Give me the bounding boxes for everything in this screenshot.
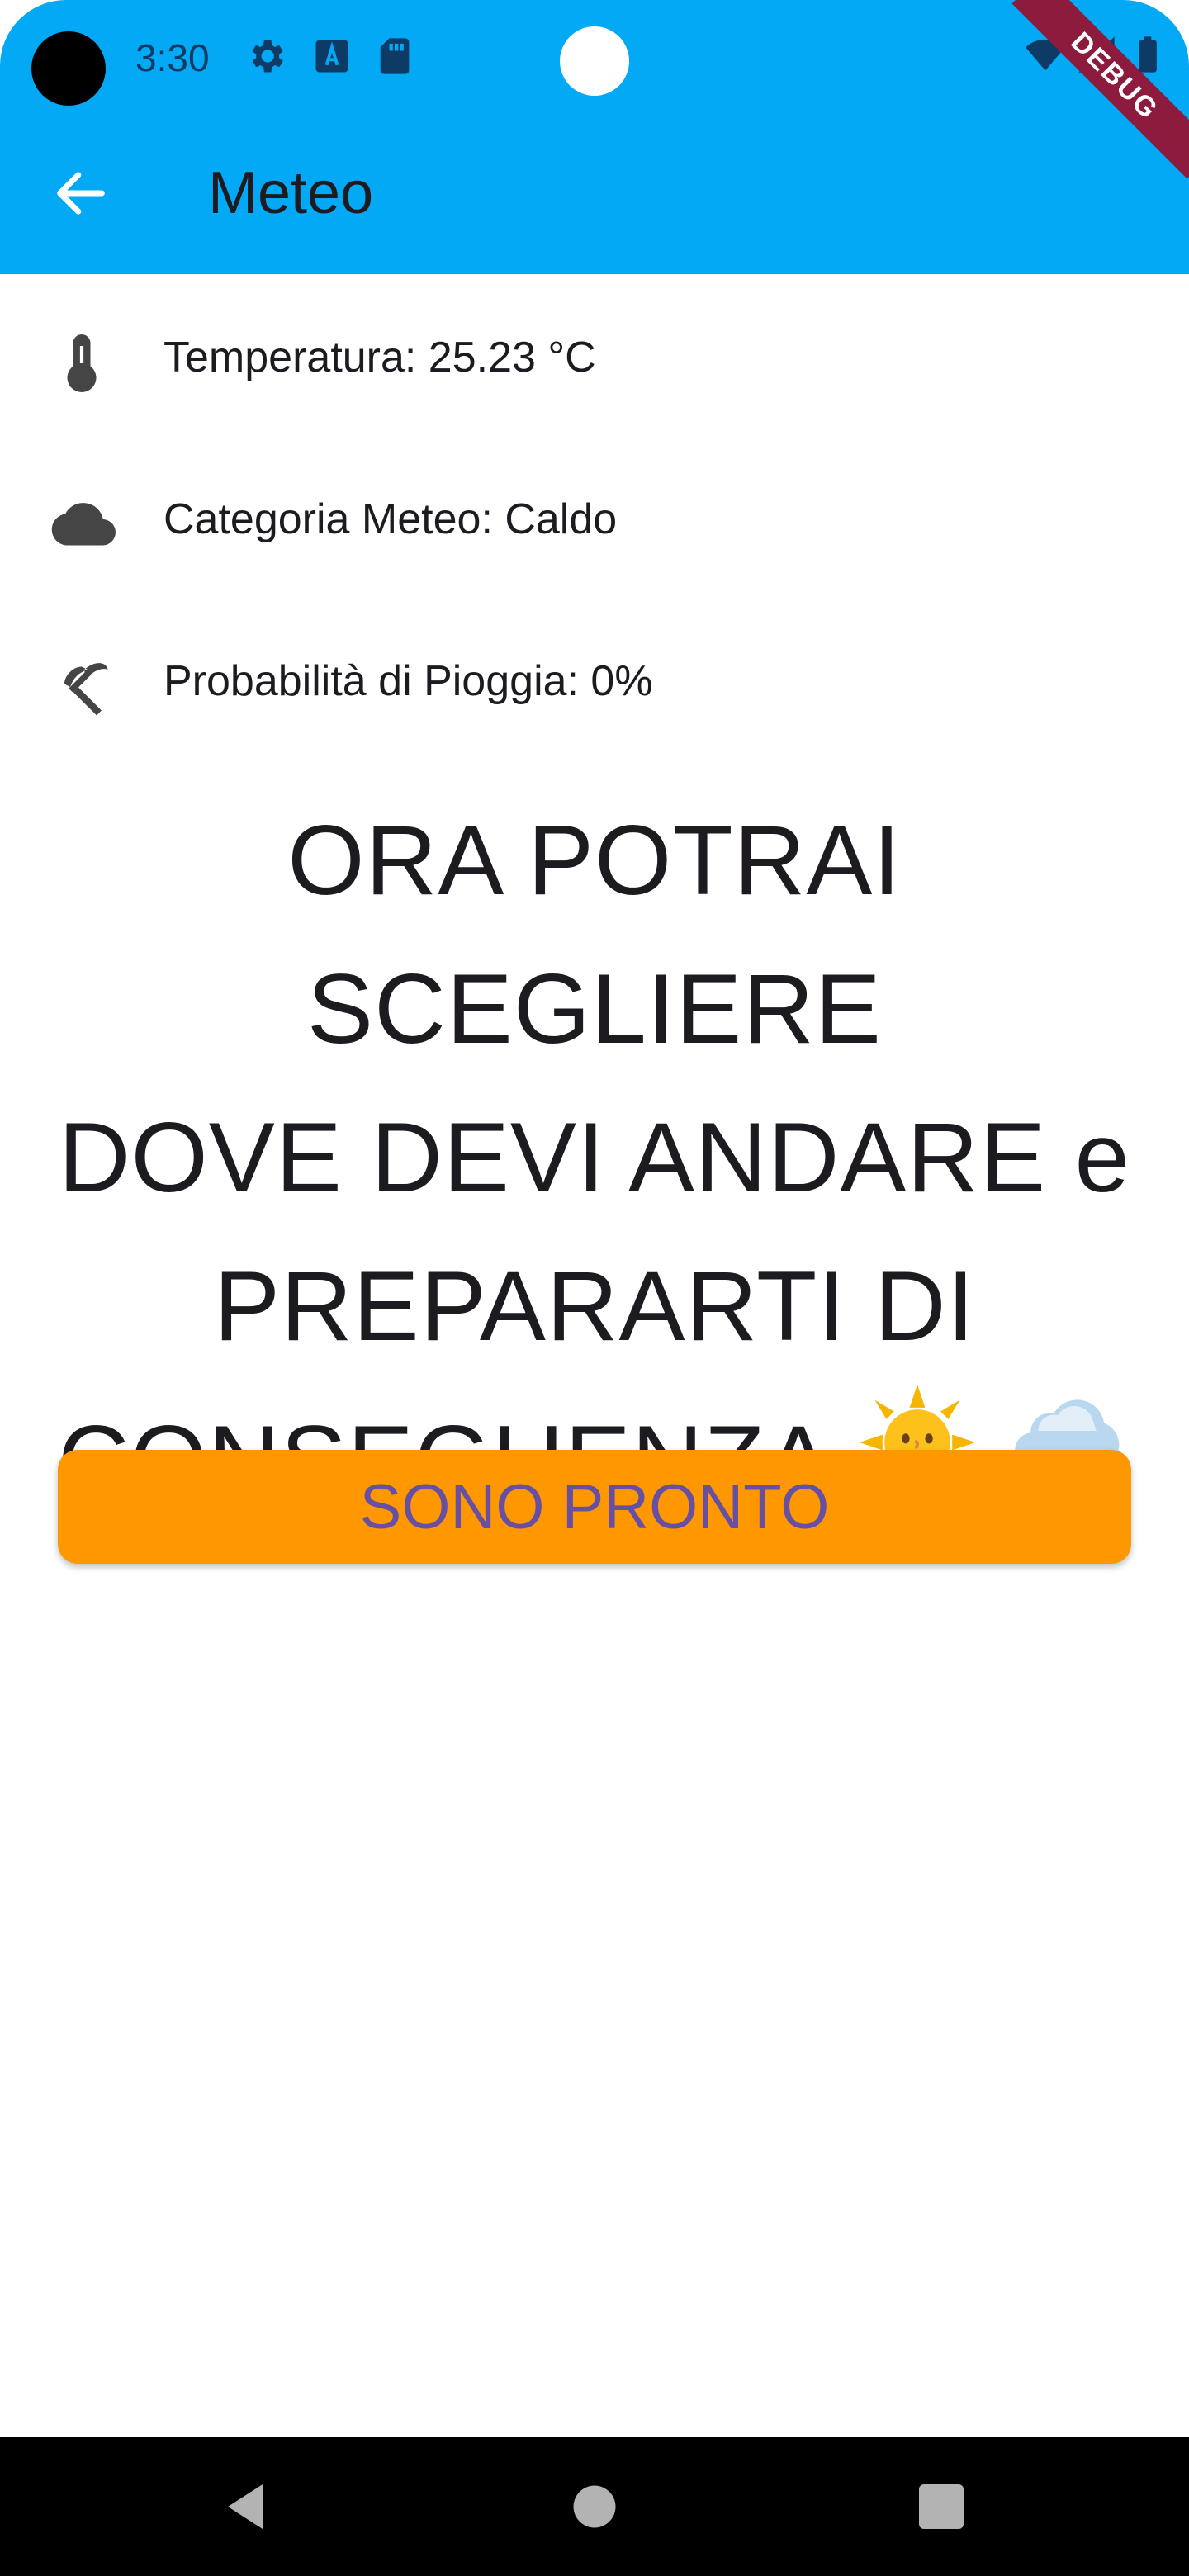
headline-line-3: PREPARARTI DI [213,1251,976,1361]
page-title: Meteo [208,160,374,226]
sd-card-icon [373,35,416,78]
temperature-text: Temperatura: 25.23 °C [163,334,596,381]
rain-probability-text: Probabilità di Pioggia: 0% [163,657,653,705]
app-bar: 3:30 DEBUG Meteo [0,0,1189,274]
rain-row: Probabilità di Pioggia: 0% [0,629,1189,728]
category-text: Categoria Meteo: Caldo [163,495,618,543]
back-triangle-icon[interactable] [218,2477,277,2536]
arrow-back-icon[interactable] [50,162,112,225]
front-sensor [560,26,629,96]
camera-cutout [31,31,106,106]
cloud-icon [45,494,119,556]
home-circle-icon[interactable] [565,2477,624,2536]
thermometer-icon [45,332,119,395]
status-time: 3:30 [135,36,210,79]
category-row: Categoria Meteo: Caldo [0,467,1189,566]
a-box-icon [310,35,353,78]
recents-square-icon[interactable] [912,2477,971,2536]
sono-pronto-button[interactable]: SONO PRONTO [58,1450,1131,1564]
beach-umbrella-icon [45,656,119,718]
headline: ORA POTRAI SCEGLIERE DOVE DEVI ANDARE e … [0,786,1189,1535]
gear-icon [244,35,287,78]
system-nav-bar [0,2437,1189,2576]
headline-line-1: ORA POTRAI SCEGLIERE [287,805,902,1064]
debug-ribbon: DEBUG [1011,0,1189,179]
headline-line-2: DOVE DEVI ANDARE e [58,1102,1131,1213]
temperature-row: Temperatura: 25.23 °C [0,305,1189,405]
